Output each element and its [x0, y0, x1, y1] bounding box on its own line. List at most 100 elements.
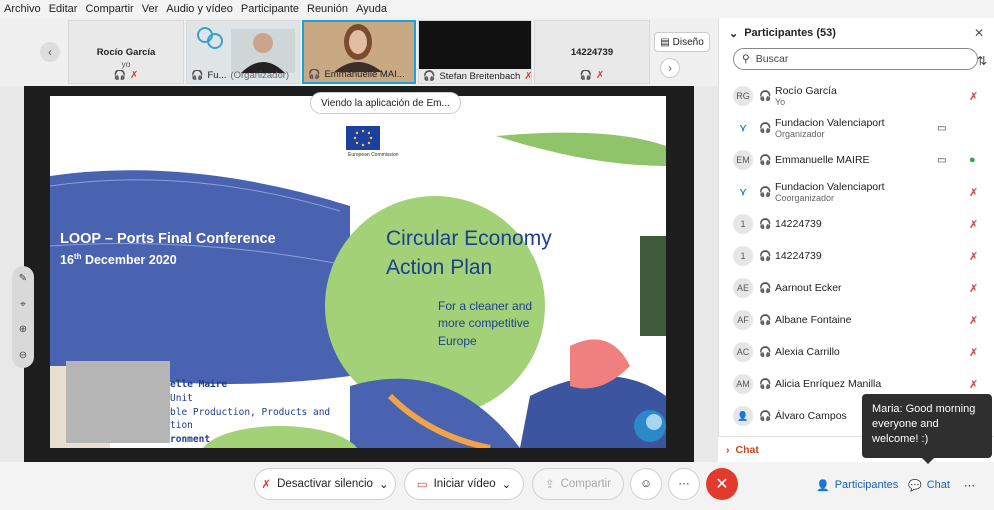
subtitle-line: For a cleaner and [438, 299, 533, 313]
thumbnail-stefan[interactable]: 🎧 Stefan Breitenbach ✗ [418, 20, 532, 84]
thumb-name: Stefan Breitenbach [439, 70, 521, 82]
headphone-icon: 🎧 [759, 346, 772, 358]
speaker-line: elle Maire [170, 379, 228, 390]
annotate-icon[interactable]: ✎ [19, 273, 27, 284]
zoom-in-icon[interactable]: ⊕ [19, 324, 27, 335]
menu-ver[interactable]: Ver [142, 3, 159, 15]
participant-row[interactable]: 1 🎧 14224739 ✗ [719, 240, 994, 272]
participant-row[interactable]: RG 🎧 Rocío García Yo ✗ [719, 80, 994, 112]
user-icon: 👤 [733, 406, 753, 426]
eu-commission-label: European Commission [348, 152, 399, 158]
chevron-down-icon: ⌄ [501, 479, 512, 491]
thumb-sub: yo [121, 59, 131, 69]
mic-muted-icon[interactable]: ✗ [969, 186, 978, 199]
more-options-button[interactable]: ··· [668, 468, 700, 500]
camera-icon: ▭ [937, 122, 947, 134]
search-input[interactable]: ⚲ Buscar [733, 48, 978, 70]
menu-editar[interactable]: Editar [49, 3, 78, 15]
panel-more-button[interactable]: ⋯ [964, 472, 975, 498]
menu-ayuda[interactable]: Ayuda [356, 3, 387, 15]
reactions-button[interactable]: ☺ [630, 468, 662, 500]
participant-name: Alexia Carrillo [775, 345, 840, 358]
thumb-name: Emmanuelle MAI... [324, 69, 405, 80]
search-placeholder: Buscar [755, 53, 789, 65]
participant-row[interactable]: AC 🎧 Alexia Carrillo ✗ [719, 336, 994, 368]
participant-row[interactable]: 1 🎧 14224739 ✗ [719, 208, 994, 240]
menu-bar: Archivo Editar Compartir Ver Audio y víd… [0, 0, 994, 18]
headphone-icon: 🎧 [759, 282, 772, 294]
mic-muted-icon[interactable]: ✗ [969, 282, 978, 295]
pointer-icon[interactable]: ⌖ [20, 299, 26, 310]
menu-participante[interactable]: Participante [241, 3, 299, 15]
camera-icon: ▭ [937, 154, 947, 166]
mic-muted-icon[interactable]: ✗ [969, 314, 978, 327]
avatar: 1 [733, 246, 753, 266]
next-thumbs-button[interactable]: › [660, 58, 680, 78]
sort-icon[interactable]: ⇅ [977, 54, 987, 68]
chevron-down-icon[interactable]: ⌄ [729, 27, 738, 40]
layout-icon: ▤ [660, 36, 670, 48]
date-day: 16 [60, 253, 74, 268]
participants-label: Participantes [834, 479, 899, 491]
chat-button[interactable]: 💬 Chat [908, 472, 950, 498]
headphone-icon: 🎧 [759, 186, 772, 198]
subtitle-line: Europe [438, 333, 477, 348]
chat-section-label: Chat [735, 443, 759, 456]
thumb-name: Rocío García [96, 47, 156, 58]
mic-muted-icon[interactable]: ✗ [969, 346, 978, 359]
prev-thumbs-button[interactable]: ‹ [40, 42, 60, 62]
share-label: Compartir [560, 478, 612, 490]
valenciaport-logo: ⋎ [739, 122, 747, 134]
participants-button[interactable]: 👤 Participantes [816, 472, 898, 498]
participant-row[interactable]: ⋎ 🎧 Fundacion Valenciaport Organizador ▭ [719, 112, 994, 144]
annotation-toolbar: ✎ ⌖ ⊕ ⊖ [12, 266, 34, 368]
participant-row[interactable]: ⋎ 🎧 Fundacion Valenciaport Coorganizador … [719, 176, 994, 208]
share-button[interactable]: ⇪ Compartir [532, 468, 624, 500]
mic-muted-icon[interactable]: ✗ [969, 218, 978, 231]
participant-row[interactable]: EM 🎧 Emmanuelle MAIRE ▭ ● [719, 144, 994, 176]
menu-compartir[interactable]: Compartir [85, 3, 133, 15]
start-video-button[interactable]: ▭ Iniciar vídeo ⌄ [404, 468, 524, 500]
mic-on-icon[interactable]: ● [969, 154, 976, 166]
close-icon[interactable]: ✕ [974, 26, 984, 40]
participant-row[interactable]: AF 🎧 Albane Fontaine ✗ [719, 304, 994, 336]
viewing-application-pill[interactable]: Viendo la aplicación de Em... [310, 92, 461, 114]
participants-title: Participantes (53) [744, 27, 836, 39]
subtitle-line: more competitive [438, 316, 530, 331]
layout-label: Diseño [672, 36, 704, 48]
thumbnail-emmanuelle[interactable]: 🎧 Emmanuelle MAI... [302, 20, 416, 84]
thumbnail-organizer[interactable]: 🎧 Fu... (Organizador) [186, 20, 300, 84]
menu-archivo[interactable]: Archivo [4, 3, 41, 15]
menu-audio-video[interactable]: Audio y vídeo [166, 3, 233, 15]
participant-name: Álvaro Campos [775, 409, 847, 422]
unmute-button[interactable]: ✗ Desactivar silencio ⌄ [254, 468, 396, 500]
participant-name: 14224739 [775, 217, 822, 230]
thumbnail-14224739[interactable]: 14224739 🎧 ✗ [534, 20, 650, 84]
menu-reunion[interactable]: Reunión [307, 3, 348, 15]
mic-muted-icon[interactable]: ✗ [969, 90, 978, 103]
avatar: 1 [733, 214, 753, 234]
camera-off-icon: ▭ [416, 479, 428, 491]
headphone-icon: 🎧 [759, 314, 772, 326]
thumbnail-rocio[interactable]: Rocío García yo 🎧 ✗ [68, 20, 184, 84]
headphone-icon: 🎧 [759, 90, 772, 102]
slide-background [50, 96, 666, 448]
person-icon: 👤 [816, 479, 830, 492]
zoom-out-icon[interactable]: ⊖ [19, 350, 27, 361]
avatar: AM [733, 374, 753, 394]
headphone-icon: 🎧 [579, 70, 593, 81]
headphone-icon: 🎧 [191, 70, 204, 81]
mic-muted-icon[interactable]: ✗ [969, 378, 978, 391]
video-thumbnails-strip: ‹ Rocío García yo 🎧 ✗ 🎧 Fu... (Organizad… [0, 18, 718, 86]
participant-row[interactable]: AE 🎧 Aarnout Ecker ✗ [719, 272, 994, 304]
mic-muted-icon[interactable]: ✗ [969, 250, 978, 263]
speaker-line: ble Production, Products and [170, 406, 331, 418]
avatar: AC [733, 342, 753, 362]
layout-button[interactable]: ▤ Diseño [654, 32, 710, 52]
chat-notification[interactable]: Maria: Good morning everyone and welcome… [862, 394, 992, 464]
viewing-label: Viendo la aplicación de Em... [321, 97, 450, 109]
participant-name: Rocío García [775, 84, 837, 97]
leave-meeting-button[interactable]: ✕ [706, 468, 738, 500]
mic-muted-icon: ✗ [261, 479, 272, 491]
presentation-slide: European Commission LOOP – Ports Final C… [50, 96, 666, 448]
